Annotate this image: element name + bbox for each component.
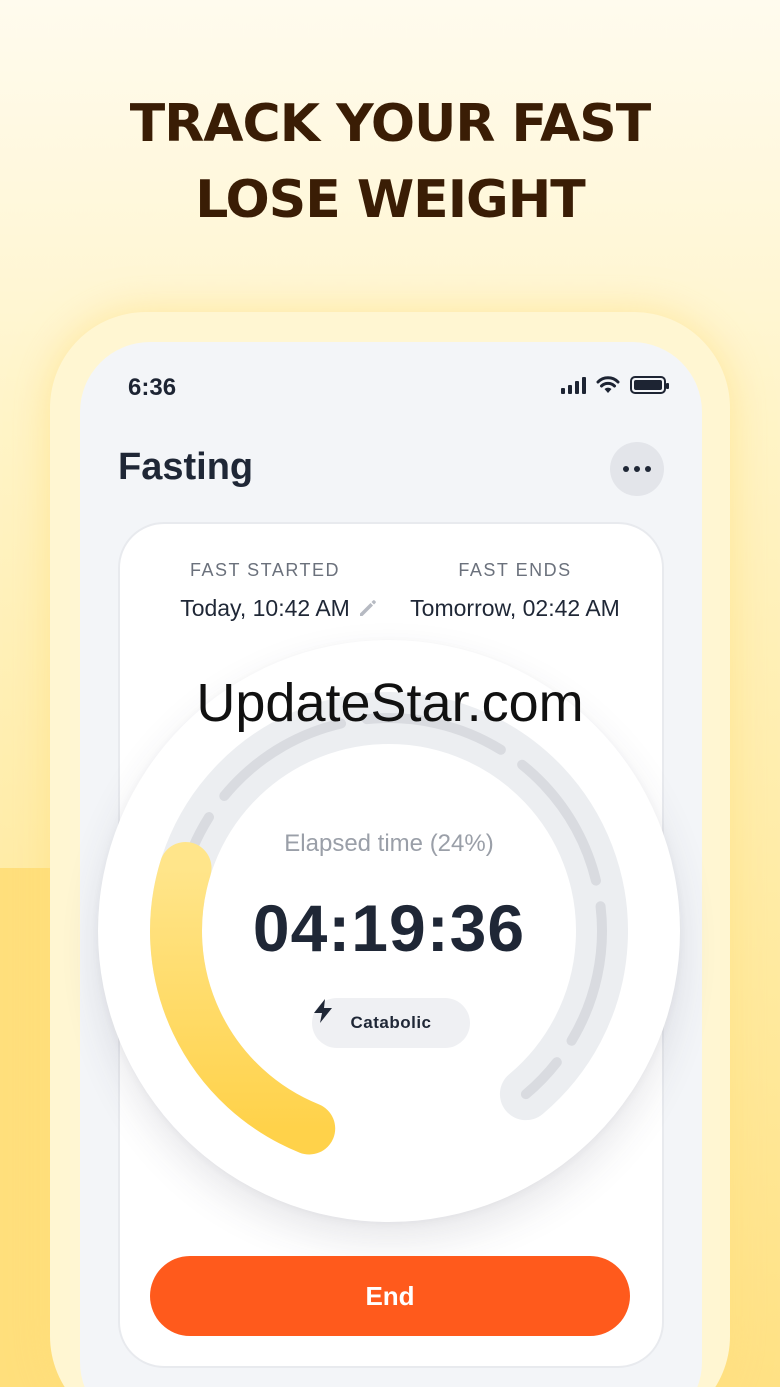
- lightning-icon: [314, 999, 332, 1023]
- more-options-button[interactable]: [610, 442, 664, 496]
- wifi-icon: [596, 376, 620, 393]
- status-time: 6:36: [128, 374, 177, 401]
- fast-ends-value: Tomorrow, 02:42 AM: [410, 595, 620, 621]
- elapsed-label: Elapsed time (24%): [284, 830, 494, 857]
- promo-headline: TRACK YOUR FAST LOSE WEIGHT: [0, 86, 780, 238]
- watermark: UpdateStar.com: [196, 673, 584, 733]
- fast-ends-label: FAST ENDS: [458, 560, 572, 580]
- fast-started-label: FAST STARTED: [189, 560, 341, 580]
- pencil-icon[interactable]: [356, 596, 380, 620]
- headline-line-1: TRACK YOUR FAST: [129, 94, 651, 154]
- fast-started-value: Today, 10:42 AM: [180, 595, 350, 621]
- status-icons: [561, 376, 669, 394]
- signal-icon: [561, 376, 586, 394]
- end-fast-button[interactable]: End: [150, 1256, 630, 1336]
- fast-started[interactable]: FAST STARTED Today, 10:42 AM: [140, 560, 390, 622]
- fast-ends[interactable]: FAST ENDS Tomorrow, 02:42 AM: [390, 560, 640, 622]
- stage-label: Catabolic: [350, 1013, 432, 1032]
- elapsed-time: 04:19:36: [252, 891, 526, 965]
- headline-line-2: LOSE WEIGHT: [195, 170, 585, 230]
- more-horizontal-icon: [623, 466, 629, 472]
- fasting-stage-badge[interactable]: Catabolic: [312, 998, 470, 1048]
- battery-icon: [630, 376, 669, 394]
- page-title: Fasting: [118, 446, 254, 488]
